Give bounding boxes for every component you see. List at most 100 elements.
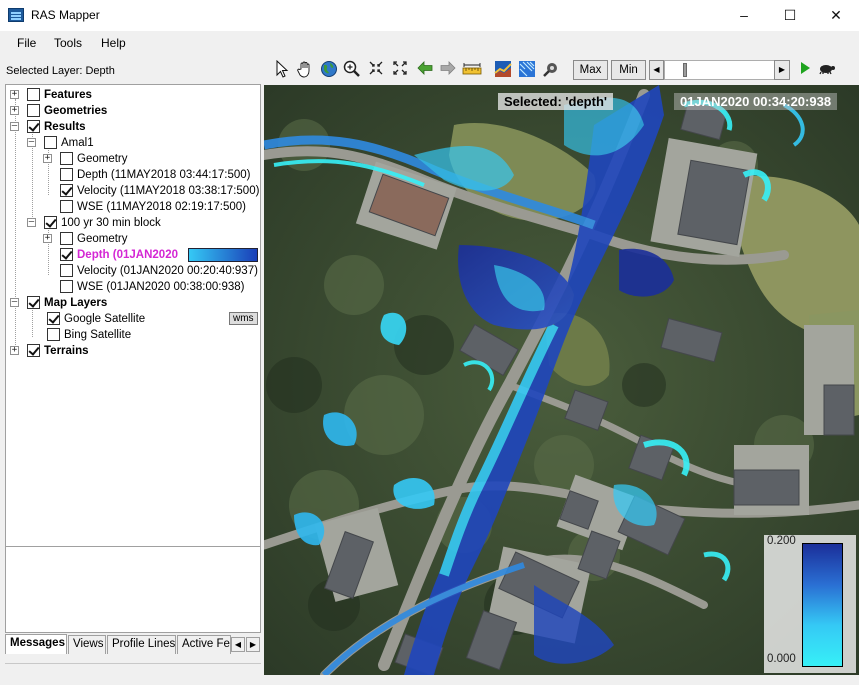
tree-item-label: Depth (11MAY2018 03:44:17:500) bbox=[77, 169, 251, 181]
tree-item-terrains[interactable]: + Terrains bbox=[10, 343, 250, 359]
map-view[interactable]: Selected: 'depth' 01JAN2020 00:34:20:938… bbox=[264, 85, 859, 675]
depth-legend-color-ramp bbox=[802, 543, 843, 667]
collapse-icon[interactable]: – bbox=[10, 298, 19, 307]
tree-item-block-geometry[interactable]: + Geometry bbox=[43, 231, 253, 247]
tab-views[interactable]: Views bbox=[68, 635, 106, 654]
tree-item-amal1[interactable]: – Amal1 bbox=[27, 135, 247, 151]
tree-item-label: Results bbox=[44, 121, 86, 133]
measure-ruler-icon[interactable] bbox=[462, 60, 482, 80]
collapse-icon[interactable]: – bbox=[27, 138, 36, 147]
checkbox[interactable] bbox=[44, 216, 57, 229]
tree-item-label: 100 yr 30 min block bbox=[61, 217, 161, 229]
legend-min-value: 0.000 bbox=[767, 653, 796, 665]
tree-item-amal1-wse[interactable]: WSE (11MAY2018 02:19:17:500) bbox=[60, 199, 260, 215]
expand-icon[interactable]: + bbox=[10, 90, 19, 99]
profile-plot-icon[interactable] bbox=[493, 60, 513, 80]
checkbox[interactable] bbox=[60, 248, 73, 261]
divider bbox=[5, 663, 261, 664]
tree-item-label: Geometry bbox=[77, 233, 128, 245]
tab-scroll-left-icon[interactable]: ◀ bbox=[231, 637, 245, 652]
collapse-icon[interactable]: – bbox=[10, 122, 19, 131]
map-toolbar: Max Min ◀ ▶ bbox=[264, 55, 859, 85]
expand-icon[interactable]: + bbox=[43, 234, 52, 243]
expand-icon[interactable]: + bbox=[10, 106, 19, 115]
turtle-speed-icon[interactable] bbox=[817, 60, 837, 80]
expand-icon[interactable]: + bbox=[43, 154, 52, 163]
checkbox[interactable] bbox=[27, 120, 40, 133]
full-extent-icon[interactable] bbox=[390, 60, 410, 80]
tree-item-bing-satellite[interactable]: Bing Satellite bbox=[43, 327, 243, 343]
step-forward-button[interactable]: ▶ bbox=[774, 60, 790, 80]
status-bar bbox=[264, 675, 859, 685]
globe-icon[interactable] bbox=[319, 60, 339, 80]
tree-item-label: WSE (11MAY2018 02:19:17:500) bbox=[77, 201, 246, 213]
time-slider[interactable] bbox=[664, 60, 790, 80]
tree-item-amal1-depth[interactable]: Depth (11MAY2018 03:44:17:500) bbox=[60, 167, 260, 183]
velocity-layer-icon[interactable] bbox=[517, 60, 537, 80]
tree-item-amal1-velocity[interactable]: Velocity (11MAY2018 03:38:17:500) bbox=[60, 183, 260, 199]
checkbox[interactable] bbox=[44, 136, 57, 149]
menu-tools[interactable]: Tools bbox=[54, 36, 82, 50]
current-time-overlay: 01JAN2020 00:34:20:938 bbox=[674, 93, 838, 110]
tree-item-label: Amal1 bbox=[61, 137, 94, 149]
max-button[interactable]: Max bbox=[573, 60, 608, 80]
tab-profile-lines[interactable]: Profile Lines bbox=[107, 635, 176, 654]
forward-arrow-icon[interactable] bbox=[438, 60, 458, 80]
tree-item-features[interactable]: + Features bbox=[10, 87, 250, 103]
play-icon[interactable] bbox=[795, 60, 815, 80]
maximize-button[interactable]: ☐ bbox=[767, 0, 813, 31]
window-title: RAS Mapper bbox=[31, 8, 100, 22]
pointer-icon[interactable] bbox=[272, 59, 292, 80]
layer-tree: + Features + Geometries – Results – Amal… bbox=[5, 84, 261, 593]
tree-item-amal1-geometry[interactable]: + Geometry bbox=[43, 151, 253, 167]
checkbox[interactable] bbox=[60, 264, 73, 277]
tree-item-label: Depth (01JAN2020 bbox=[77, 249, 178, 261]
checkbox[interactable] bbox=[47, 312, 60, 325]
layers-panel: Selected Layer: Depth + Features + Geome… bbox=[0, 55, 264, 685]
expand-icon[interactable]: + bbox=[10, 346, 19, 355]
messages-box[interactable] bbox=[5, 546, 261, 633]
legend-max-value: 0.200 bbox=[767, 535, 796, 547]
checkbox[interactable] bbox=[60, 280, 73, 293]
tree-item-block-velocity[interactable]: Velocity (01JAN2020 00:20:40:937) bbox=[60, 263, 260, 279]
time-slider-thumb[interactable] bbox=[683, 63, 687, 77]
ras-mapper-app-icon bbox=[8, 8, 24, 22]
back-arrow-icon[interactable] bbox=[415, 60, 435, 80]
checkbox[interactable] bbox=[27, 88, 40, 101]
checkbox[interactable] bbox=[60, 168, 73, 181]
checkbox[interactable] bbox=[47, 328, 60, 341]
depth-color-ramp-swatch bbox=[188, 248, 258, 262]
min-button[interactable]: Min bbox=[611, 60, 646, 80]
checkbox[interactable] bbox=[27, 296, 40, 309]
checkbox[interactable] bbox=[60, 200, 73, 213]
tree-item-google-satellite[interactable]: Google Satellite wms bbox=[43, 311, 258, 327]
tree-item-label: Bing Satellite bbox=[64, 329, 132, 341]
checkbox[interactable] bbox=[27, 104, 40, 117]
menu-help[interactable]: Help bbox=[101, 36, 126, 50]
menu-file[interactable]: File bbox=[17, 36, 36, 50]
tree-item-results[interactable]: – Results bbox=[10, 119, 250, 135]
zoom-extents-icon[interactable] bbox=[366, 60, 386, 80]
animation-settings-icon[interactable] bbox=[541, 60, 561, 80]
tree-item-label: Terrains bbox=[44, 345, 89, 357]
checkbox[interactable] bbox=[27, 344, 40, 357]
tree-connector bbox=[32, 307, 33, 337]
tab-active-features[interactable]: Active Fe bbox=[177, 635, 231, 654]
zoom-in-icon[interactable] bbox=[342, 60, 362, 80]
minimize-button[interactable]: – bbox=[721, 0, 767, 31]
step-back-button[interactable]: ◀ bbox=[649, 60, 664, 80]
checkbox[interactable] bbox=[60, 152, 73, 165]
tree-item-geometries[interactable]: + Geometries bbox=[10, 103, 250, 119]
tree-item-block-depth-selected[interactable]: Depth (01JAN2020 bbox=[60, 247, 260, 263]
collapse-icon[interactable]: – bbox=[27, 218, 36, 227]
tab-scroll-right-icon[interactable]: ▶ bbox=[246, 637, 260, 652]
tree-item-block-wse[interactable]: WSE (01JAN2020 00:38:00:938) bbox=[60, 279, 260, 295]
close-button[interactable]: ✕ bbox=[813, 0, 859, 31]
tree-item-map-layers[interactable]: – Map Layers bbox=[10, 295, 250, 311]
menu-bar: File Tools Help bbox=[0, 31, 859, 55]
tab-messages[interactable]: Messages bbox=[5, 634, 67, 654]
pan-hand-icon[interactable] bbox=[295, 60, 315, 80]
checkbox[interactable] bbox=[60, 232, 73, 245]
checkbox[interactable] bbox=[60, 184, 73, 197]
tree-item-100yr-block[interactable]: – 100 yr 30 min block bbox=[27, 215, 247, 231]
